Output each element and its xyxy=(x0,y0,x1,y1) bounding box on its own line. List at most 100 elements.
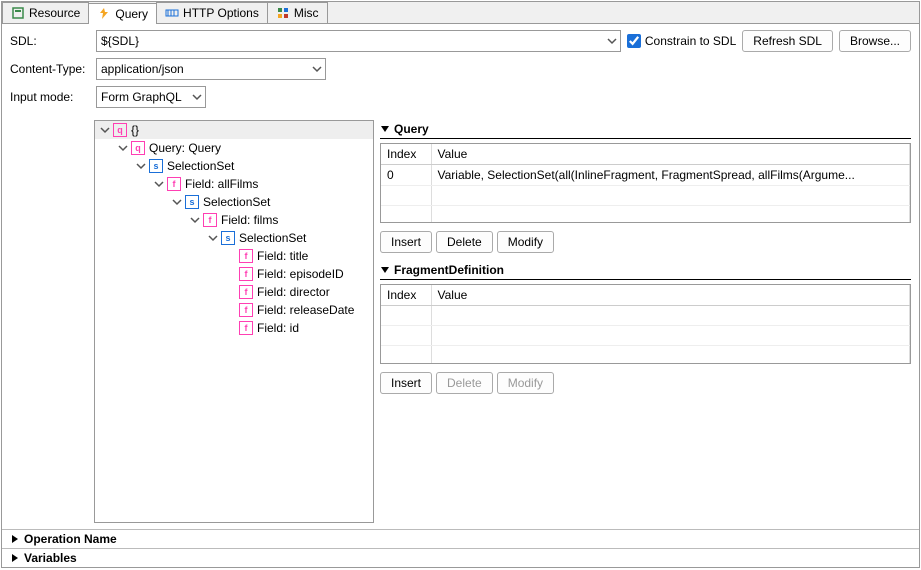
node-label: Field: episodeID xyxy=(257,267,344,281)
refresh-sdl-button[interactable]: Refresh SDL xyxy=(742,30,833,52)
table-row[interactable] xyxy=(381,186,910,206)
caret-down-icon xyxy=(380,265,390,275)
query-modify-button[interactable]: Modify xyxy=(497,231,554,253)
http-options-icon xyxy=(165,6,179,20)
caret-none xyxy=(225,268,237,280)
node-type-badge: s xyxy=(185,195,199,209)
tab-label: Resource xyxy=(29,6,80,20)
caret-down-icon[interactable] xyxy=(117,142,129,154)
query-icon xyxy=(97,7,111,21)
query-delete-button[interactable]: Delete xyxy=(436,231,493,253)
fragment-delete-button[interactable]: Delete xyxy=(436,372,493,394)
tab-query[interactable]: Query xyxy=(88,3,157,24)
constrain-to-sdl-checkbox[interactable]: Constrain to SDL xyxy=(627,34,736,48)
operation-name-section[interactable]: Operation Name xyxy=(2,530,919,549)
caret-none xyxy=(225,304,237,316)
tab-label: HTTP Options xyxy=(183,6,259,20)
node-label: Query: Query xyxy=(149,141,221,155)
fragment-section-header[interactable]: FragmentDefinition xyxy=(380,261,911,280)
caret-none xyxy=(225,250,237,262)
caret-right-icon xyxy=(10,553,20,563)
tab-misc[interactable]: Misc xyxy=(267,2,328,23)
query-section-title: Query xyxy=(394,122,429,136)
fragment-section-title: FragmentDefinition xyxy=(394,263,504,277)
constrain-label: Constrain to SDL xyxy=(645,34,736,48)
node-type-badge: s xyxy=(221,231,235,245)
resource-icon xyxy=(11,6,25,20)
tree-node[interactable]: q {} xyxy=(95,121,373,139)
table-row[interactable] xyxy=(381,346,910,365)
node-type-badge: f xyxy=(239,267,253,281)
caret-down-icon[interactable] xyxy=(171,196,183,208)
fragment-modify-button[interactable]: Modify xyxy=(497,372,554,394)
table-row[interactable] xyxy=(381,326,910,346)
tab-bar: Resource Query HTTP Options Misc xyxy=(2,2,919,24)
query-col-index: Index xyxy=(381,144,431,165)
variables-section[interactable]: Variables xyxy=(2,549,919,567)
tree-node[interactable]: f Field: director xyxy=(95,283,373,301)
caret-down-icon[interactable] xyxy=(153,178,165,190)
graphql-tree[interactable]: q {} q Query: Query s SelectionSet f Field: all… xyxy=(94,120,374,523)
fragment-col-value: Value xyxy=(431,285,910,306)
query-col-value: Value xyxy=(431,144,910,165)
node-label: Field: releaseDate xyxy=(257,303,354,317)
node-type-badge: f xyxy=(239,249,253,263)
node-label: Field: allFilms xyxy=(185,177,258,191)
caret-down-icon[interactable] xyxy=(135,160,147,172)
node-label: Field: id xyxy=(257,321,299,335)
tree-node[interactable]: q Query: Query xyxy=(95,139,373,157)
query-insert-button[interactable]: Insert xyxy=(380,231,432,253)
tree-node[interactable]: s SelectionSet xyxy=(95,157,373,175)
tab-resource[interactable]: Resource xyxy=(2,2,89,23)
node-type-badge: f xyxy=(239,321,253,335)
operation-name-title: Operation Name xyxy=(24,532,117,546)
query-section-header[interactable]: Query xyxy=(380,120,911,139)
node-type-badge: f xyxy=(239,285,253,299)
tree-node[interactable]: fField: films xyxy=(95,211,373,229)
fragment-col-index: Index xyxy=(381,285,431,306)
node-label: SelectionSet xyxy=(203,195,270,209)
sdl-input[interactable] xyxy=(96,30,621,52)
tab-label: Misc xyxy=(294,6,319,20)
fragment-table[interactable]: Index Value xyxy=(380,284,911,364)
tree-node[interactable]: f Field: title xyxy=(95,247,373,265)
fragment-insert-button[interactable]: Insert xyxy=(380,372,432,394)
node-label: SelectionSet xyxy=(239,231,306,245)
input-mode-select[interactable] xyxy=(96,86,206,108)
table-row[interactable] xyxy=(381,206,910,224)
tree-node[interactable]: f Field: allFilms xyxy=(95,175,373,193)
tree-node[interactable]: f Field: episodeID xyxy=(95,265,373,283)
tab-http-options[interactable]: HTTP Options xyxy=(156,2,268,23)
caret-down-icon[interactable] xyxy=(189,214,201,226)
node-label: SelectionSet xyxy=(167,159,234,173)
caret-down-icon xyxy=(380,124,390,134)
tree-node[interactable]: s SelectionSet xyxy=(95,193,373,211)
node-type-badge: f xyxy=(167,177,181,191)
content-type-select[interactable] xyxy=(96,58,326,80)
constrain-checkbox-input[interactable] xyxy=(627,34,641,48)
variables-title: Variables xyxy=(24,551,77,565)
caret-none xyxy=(225,322,237,334)
table-row[interactable] xyxy=(381,306,910,326)
cell-value: Variable, SelectionSet(all(InlineFragmen… xyxy=(431,165,910,186)
input-mode-label: Input mode: xyxy=(10,90,90,104)
content-type-label: Content-Type: xyxy=(10,62,90,76)
node-type-badge: f xyxy=(239,303,253,317)
tree-node[interactable]: s SelectionSet xyxy=(95,229,373,247)
tree-node[interactable]: f Field: id xyxy=(95,319,373,337)
table-row[interactable]: 0 Variable, SelectionSet(all(InlineFragm… xyxy=(381,165,910,186)
node-type-badge: q xyxy=(113,123,127,137)
caret-right-icon xyxy=(10,534,20,544)
tab-label: Query xyxy=(115,7,148,21)
node-type-badge: q xyxy=(131,141,145,155)
node-label: Field: title xyxy=(257,249,308,263)
node-label: Field: director xyxy=(257,285,330,299)
caret-down-icon[interactable] xyxy=(207,232,219,244)
sdl-label: SDL: xyxy=(10,34,90,48)
query-table[interactable]: Index Value 0 Variable, SelectionSet(all… xyxy=(380,143,911,223)
node-label: {} xyxy=(131,123,139,137)
browse-button[interactable]: Browse... xyxy=(839,30,911,52)
caret-down-icon[interactable] xyxy=(99,124,111,136)
tree-node[interactable]: f Field: releaseDate xyxy=(95,301,373,319)
node-type-badge: s xyxy=(149,159,163,173)
